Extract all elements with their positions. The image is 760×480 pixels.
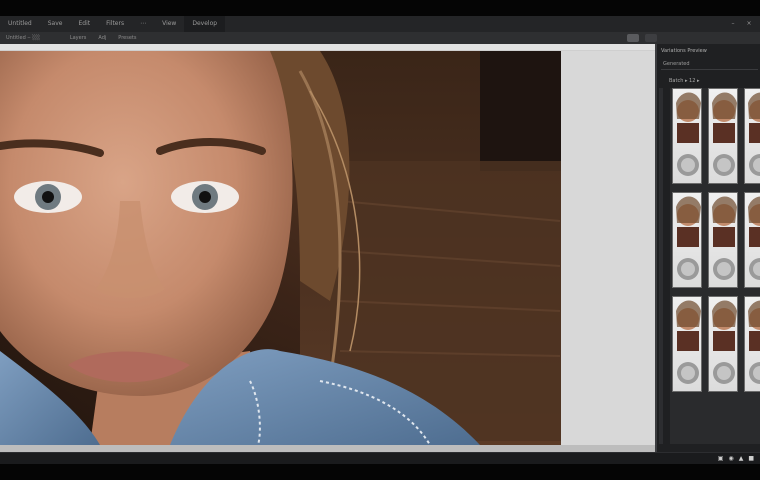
variations-panel: Variations Preview Generated Batch ▸ 12 …: [655, 44, 760, 452]
thumbnail[interactable]: [672, 296, 702, 392]
thumbnail[interactable]: [672, 192, 702, 288]
layers-toggle[interactable]: Layers: [64, 35, 93, 41]
menu-item-save[interactable]: Save: [40, 16, 71, 32]
thumbnail-image: [748, 196, 760, 280]
thumbnail[interactable]: [744, 88, 760, 184]
warning-icon[interactable]: ▲: [739, 455, 744, 463]
canvas-ruler: [0, 44, 655, 50]
menu-item-develop[interactable]: Develop: [184, 16, 226, 32]
thumbnail[interactable]: [672, 88, 702, 184]
thumbnail-image: [712, 300, 737, 384]
menu-item-file[interactable]: Untitled: [0, 16, 40, 32]
thumbnail[interactable]: [708, 88, 738, 184]
document-tab[interactable]: Untitled ‒ ░░: [0, 35, 46, 41]
thumbnail-image: [676, 196, 701, 280]
panel-tab[interactable]: Variations Preview: [661, 48, 719, 56]
status-icons: ▣ ◉ ▲ ■: [718, 455, 754, 463]
thumbnail[interactable]: [744, 296, 760, 392]
thumbnail-image: [676, 92, 701, 176]
thumbnail-grid: [670, 88, 760, 444]
minimize-icon[interactable]: –: [728, 19, 738, 28]
thumbnail-image: [712, 92, 737, 176]
thumbnail-image: [712, 196, 737, 280]
presets-toggle[interactable]: Presets: [112, 35, 142, 41]
thumbnail-image: [676, 300, 701, 384]
zoom-button[interactable]: [627, 34, 639, 42]
menu-bar: Untitled Save Edit Filters ⋯ View Develo…: [0, 16, 760, 32]
thumbnail[interactable]: [744, 192, 760, 288]
top-bezel: [0, 0, 760, 16]
hand-tool-button[interactable]: [645, 34, 657, 42]
panel-divider: [661, 69, 758, 70]
thumbnail[interactable]: [708, 296, 738, 392]
menu-item-more[interactable]: ⋯: [132, 16, 154, 32]
status-bar: ▣ ◉ ▲ ■: [0, 452, 760, 464]
options-bar: Untitled ‒ ░░ Layers Adj Presets: [0, 32, 760, 44]
panel-subtitle: Generated: [663, 61, 690, 67]
menu-item-view[interactable]: View: [154, 16, 184, 32]
canvas-pasteboard: [561, 51, 655, 445]
panel-scrollbar[interactable]: [659, 88, 663, 444]
bottom-bezel: [0, 464, 760, 480]
close-icon[interactable]: ×: [744, 19, 754, 28]
portrait-illustration: [0, 51, 561, 445]
thumbnail[interactable]: [708, 192, 738, 288]
thumbnail-image: [748, 300, 760, 384]
window-controls: – ×: [728, 19, 754, 28]
menu-item-filters[interactable]: Filters: [98, 16, 132, 32]
thumbnail-image: [748, 92, 760, 176]
target-icon[interactable]: ◉: [728, 455, 733, 463]
portrait-photo[interactable]: [0, 51, 561, 445]
adjust-toggle[interactable]: Adj: [92, 35, 112, 41]
canvas-area[interactable]: [0, 44, 655, 452]
grid-icon[interactable]: ▣: [718, 455, 724, 463]
canvas-scrollbar[interactable]: [0, 445, 655, 452]
menu-item-edit[interactable]: Edit: [70, 16, 98, 32]
thumbs-header: Batch ▸ 12 ▸: [669, 78, 700, 84]
stop-icon[interactable]: ■: [748, 455, 754, 463]
